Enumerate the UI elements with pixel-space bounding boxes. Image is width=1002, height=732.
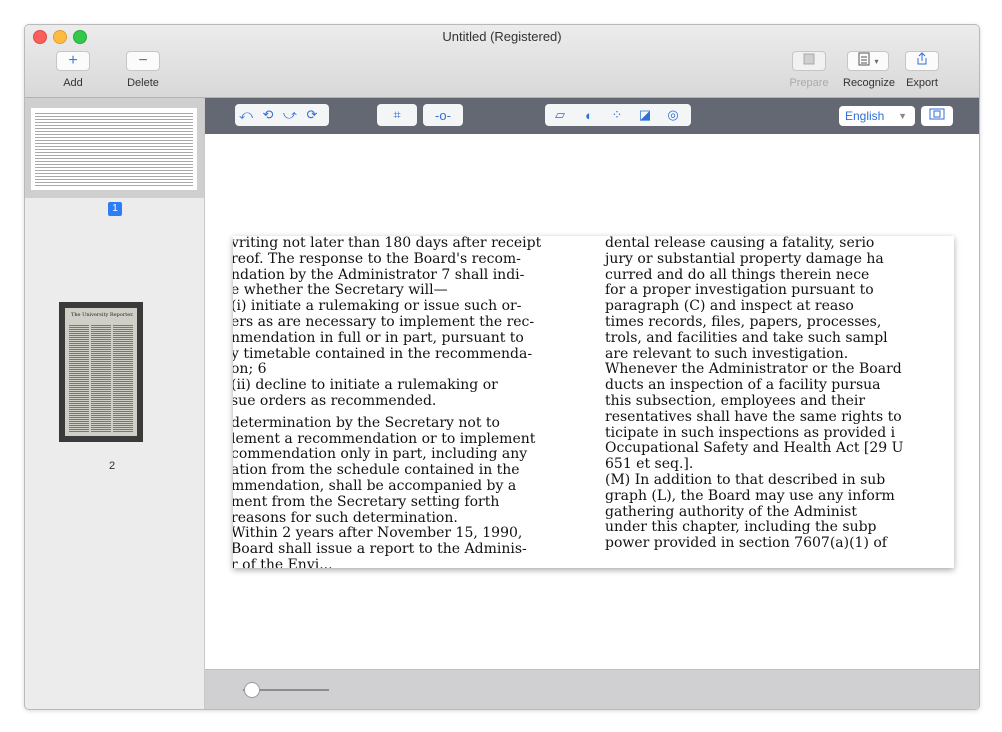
text-line: mmendation, shall be accompanied by a: [233, 477, 517, 494]
text-line: ndation by the Administrator 7 shall ind…: [233, 266, 525, 283]
recognize-button[interactable]: ▾: [847, 51, 889, 71]
crop-icon: ⌗: [393, 107, 401, 122]
noise-icon[interactable]: ⁘: [603, 104, 631, 126]
prepare-label: Prepare: [789, 77, 829, 89]
text-line: 651 et seq.].: [605, 456, 694, 473]
minus-icon: −: [138, 52, 148, 69]
image-toolbar: ⤺ ⟲ ⤻ ⟳ ⌗ -o- ⏥ ◐ ⁘ ◪ ◎ English ▼: [205, 98, 979, 134]
text-line: reasons for such determination.: [233, 509, 458, 526]
straighten-button[interactable]: -o-: [423, 104, 463, 126]
text-line: trols, and facilities and take such samp…: [605, 329, 888, 346]
page-icon: [803, 52, 815, 70]
text-line: this subsection, employees and their: [605, 392, 866, 409]
prepare-button[interactable]: [792, 51, 826, 71]
page-thumbnail-1[interactable]: [25, 98, 204, 198]
right-text-column: dental release causing a fatality, serio…: [605, 236, 954, 552]
document-text-icon: [857, 52, 871, 71]
text-line: ticipate in such inspections as provided…: [605, 424, 896, 441]
rotate-left-icon[interactable]: ⤺: [235, 104, 257, 126]
text-line: lement a recommendation or to implement: [233, 430, 536, 447]
layout-button[interactable]: [921, 106, 953, 126]
text-line: (M) In addition to that described in sub: [605, 471, 886, 488]
invert-icon[interactable]: ◪: [631, 104, 659, 126]
enhance-group: ⏥ ◐ ⁘ ◪ ◎: [545, 104, 691, 126]
crop-button[interactable]: ⌗: [377, 104, 417, 126]
text-line: (i) initiate a rulemaking or issue such …: [233, 298, 522, 315]
text-line: r of the Envi...: [233, 556, 333, 568]
page-sidebar: 1 The University Reporter. 2: [25, 98, 205, 709]
text-line: determination by the Secretary not to: [233, 414, 500, 431]
zoom-slider-knob[interactable]: [243, 682, 260, 698]
text-line: y timetable contained in the recommenda-: [233, 345, 533, 362]
rotate-group: ⤺ ⟲ ⤻ ⟳: [235, 104, 329, 126]
chevron-down-icon: ▼: [898, 111, 907, 121]
text-line: dental release causing a fatality, serio: [605, 236, 875, 251]
text-line: for a proper investigation pursuant to: [605, 282, 874, 299]
text-line: commendation only in part, including any: [233, 446, 528, 463]
text-line: ducts an inspection of a facility pursua: [605, 377, 881, 394]
language-value: English: [845, 109, 885, 123]
text-line: curred and do all things therein nece: [605, 266, 870, 283]
text-line: nmendation in full or in part, pursuant …: [233, 329, 524, 346]
zoom-bar: [205, 669, 979, 709]
rotate-left-alt-icon[interactable]: ⟲: [257, 104, 279, 126]
text-line: reof. The response to the Board's recom-: [233, 250, 521, 267]
straighten-icon: -o-: [435, 107, 451, 123]
text-line: e whether the Secretary will—: [233, 282, 448, 299]
contrast-icon[interactable]: ◐: [575, 104, 603, 126]
text-line: ation from the schedule contained in the: [233, 462, 520, 479]
document-image: vriting not later than 180 days after re…: [233, 236, 954, 568]
text-line: (ii) decline to initiate a rulemaking or: [233, 377, 498, 394]
language-select[interactable]: English ▼: [839, 106, 915, 126]
delete-label: Delete: [127, 77, 159, 89]
text-line: are relevant to such investigation.: [605, 345, 849, 362]
rotate-right-icon[interactable]: ⤻: [279, 104, 301, 126]
text-line: graph (L), the Board may use any inform: [605, 487, 895, 504]
add-button[interactable]: +: [56, 51, 90, 71]
text-line: Within 2 years after November 15, 1990,: [233, 525, 523, 542]
page-thumbnail-image: [31, 108, 197, 190]
recognize-label: Recognize: [843, 77, 895, 89]
deskew-icon[interactable]: ⏥: [545, 104, 575, 126]
text-line: times records, files, papers, processes,: [605, 313, 882, 330]
text-line: jury or substantial property damage ha: [605, 250, 884, 267]
text-line: sue orders as recommended.: [233, 392, 437, 409]
text-line: Board shall issue a report to the Admini…: [233, 541, 527, 558]
text-line: under this chapter, including the subp: [605, 519, 877, 536]
thumbnail-masthead: The University Reporter.: [71, 312, 134, 318]
text-line: ers as are necessary to implement the re…: [233, 313, 535, 330]
text-line: paragraph (C) and inspect at reaso: [605, 298, 854, 315]
app-window: Untitled (Registered) + Add − Delete Pre…: [24, 24, 980, 710]
window-title: Untitled (Registered): [442, 29, 562, 44]
page-number-label: 2: [109, 460, 116, 472]
editor-area: ⤺ ⟲ ⤻ ⟳ ⌗ -o- ⏥ ◐ ⁘ ◪ ◎ English ▼ vritin…: [205, 98, 979, 709]
text-line: vriting not later than 180 days after re…: [233, 236, 542, 251]
text-line: ment from the Secretary setting forth: [233, 493, 500, 510]
export-label: Export: [906, 77, 938, 89]
delete-button[interactable]: −: [126, 51, 160, 71]
left-text-column: vriting not later than 180 days after re…: [233, 236, 601, 568]
text-line: on; 6: [233, 361, 267, 378]
share-icon: [915, 51, 929, 71]
rotate-right-alt-icon[interactable]: ⟳: [301, 104, 323, 126]
text-line: gathering authority of the Administ: [605, 503, 857, 520]
export-button[interactable]: [905, 51, 939, 71]
add-label: Add: [63, 77, 83, 89]
plus-icon: +: [68, 52, 78, 69]
auto-enhance-icon[interactable]: ◎: [659, 104, 687, 126]
text-line: Whenever the Administrator or the Board: [605, 361, 902, 378]
titlebar: Untitled (Registered) + Add − Delete Pre…: [25, 25, 979, 98]
text-line: Occupational Safety and Health Act [29 U: [605, 440, 904, 457]
page-thumbnail-2[interactable]: The University Reporter.: [59, 302, 143, 442]
text-line: resentatives shall have the same rights …: [605, 408, 902, 425]
page-number-badge: 1: [108, 202, 122, 216]
chevron-down-icon: ▾: [874, 56, 879, 66]
text-line: power provided in section 7607(a)(1) of: [605, 535, 887, 552]
layout-icon: [929, 107, 945, 125]
